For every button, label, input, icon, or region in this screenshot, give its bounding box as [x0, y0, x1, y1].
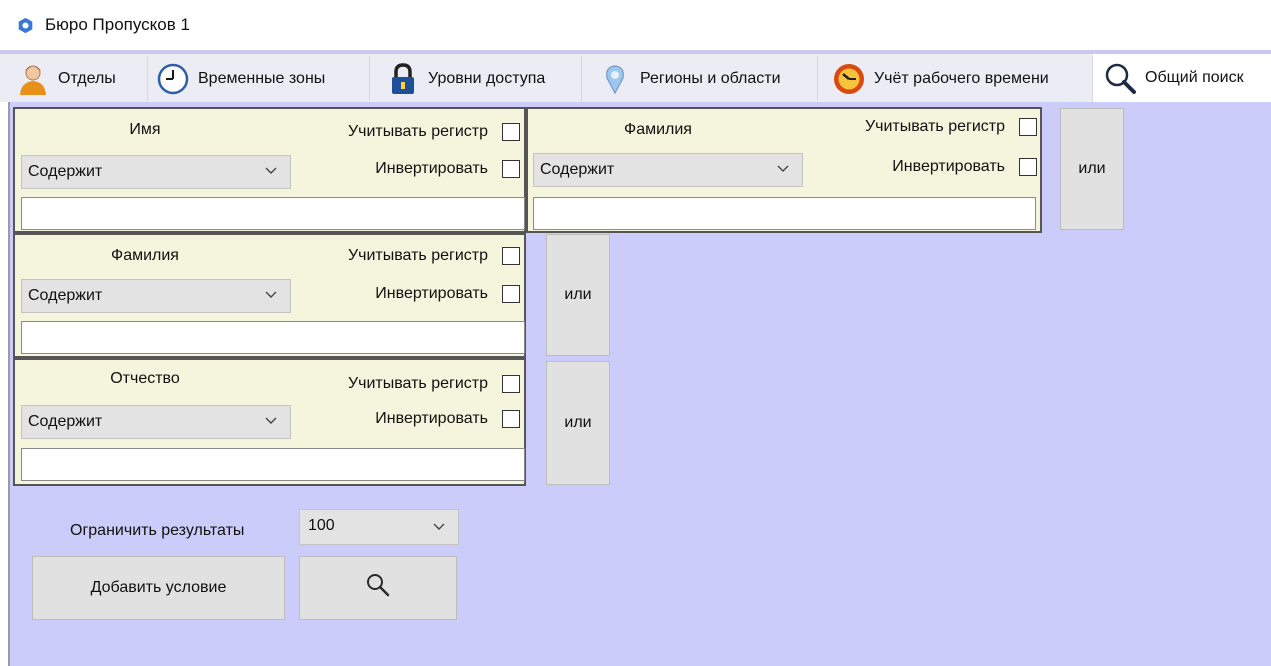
tab-label: Регионы и области	[640, 70, 781, 87]
invert-checkbox[interactable]	[502, 160, 520, 178]
case-sensitive-checkbox[interactable]	[502, 247, 520, 265]
case-sensitive-label: Учитывать регистр	[347, 375, 488, 392]
tab-label: Уровни доступа	[428, 70, 546, 87]
add-condition-button[interactable]: Добавить условие	[32, 556, 285, 620]
window-title: Бюро Пропусков 1	[45, 15, 190, 34]
or-button[interactable]: или	[546, 361, 610, 485]
case-sensitive-label: Учитывать регистр	[864, 118, 1005, 135]
tab-bar: Отделы Временные зоны Уровни доступа Рег…	[0, 50, 1271, 102]
tab-time-tracking[interactable]: Учёт рабочего времени	[818, 56, 1093, 102]
chevron-down-icon	[777, 165, 789, 172]
condition-block-name: Имя Учитывать регистр Инвертировать Соде…	[13, 107, 526, 233]
time-tracking-icon	[834, 64, 864, 94]
tab-label: Общий поиск	[1145, 69, 1244, 86]
tab-time-zones[interactable]: Временные зоны	[148, 56, 370, 102]
search-panel: Имя Учитывать регистр Инвертировать Соде…	[8, 102, 1271, 666]
padlock-icon	[392, 63, 414, 94]
case-sensitive-checkbox[interactable]	[1019, 118, 1037, 136]
case-sensitive-label: Учитывать регистр	[347, 123, 488, 140]
invert-label: Инвертировать	[375, 160, 488, 177]
condition-block-surname: Фамилия Учитывать регистр Инвертировать …	[526, 107, 1042, 233]
limit-results-value: 100	[308, 517, 335, 534]
condition-value-input[interactable]	[21, 197, 525, 230]
match-mode-value: Содержит	[28, 163, 103, 180]
tab-access-levels[interactable]: Уровни доступа	[370, 56, 582, 102]
case-sensitive-label: Учитывать регистр	[347, 247, 488, 264]
limit-results-select[interactable]: 100	[299, 509, 459, 545]
match-mode-select[interactable]: Содержит	[21, 279, 291, 313]
chevron-down-icon	[265, 167, 277, 174]
invert-checkbox[interactable]	[502, 410, 520, 428]
limit-results-label: Ограничить результаты	[70, 522, 245, 539]
invert-checkbox[interactable]	[502, 285, 520, 303]
invert-label: Инвертировать	[375, 410, 488, 427]
tab-departments[interactable]: Отделы	[0, 56, 148, 102]
condition-value-input[interactable]	[21, 448, 525, 481]
or-button[interactable]: или	[546, 234, 610, 356]
person-icon	[20, 65, 46, 95]
invert-label: Инвертировать	[892, 158, 1005, 175]
or-button[interactable]: или	[1060, 108, 1124, 230]
match-mode-select[interactable]: Содержит	[21, 155, 291, 189]
field-name-label: Фамилия	[111, 247, 179, 264]
search-icon	[367, 574, 390, 597]
field-name-label: Имя	[129, 121, 161, 138]
field-name-label: Фамилия	[624, 121, 692, 138]
search-button[interactable]	[299, 556, 457, 620]
chevron-down-icon	[433, 523, 445, 530]
chevron-down-icon	[265, 417, 277, 424]
title-bar: Бюро Пропусков 1	[0, 0, 1271, 50]
invert-checkbox[interactable]	[1019, 158, 1037, 176]
condition-value-input[interactable]	[533, 197, 1036, 230]
condition-value-input[interactable]	[21, 321, 525, 354]
app-logo-icon	[18, 17, 33, 34]
tab-label: Временные зоны	[198, 70, 326, 87]
condition-block-surname: Фамилия Учитывать регистр Инвертировать …	[13, 233, 526, 358]
case-sensitive-checkbox[interactable]	[502, 123, 520, 141]
match-mode-select[interactable]: Содержит	[21, 405, 291, 439]
match-mode-value: Содержит	[28, 413, 103, 430]
tab-label: Учёт рабочего времени	[874, 70, 1049, 87]
match-mode-value: Содержит	[540, 161, 615, 178]
magnifier-icon	[1105, 63, 1136, 94]
invert-label: Инвертировать	[375, 285, 488, 302]
match-mode-select[interactable]: Содержит	[533, 153, 803, 187]
map-pin-icon	[606, 65, 624, 95]
match-mode-value: Содержит	[28, 287, 103, 304]
tab-general-search[interactable]: Общий поиск	[1093, 54, 1271, 102]
field-name-label: Отчество	[110, 370, 180, 387]
chevron-down-icon	[265, 291, 277, 298]
tab-regions[interactable]: Регионы и области	[582, 56, 818, 102]
clock-icon	[157, 63, 189, 95]
case-sensitive-checkbox[interactable]	[502, 375, 520, 393]
condition-block-patronymic: Отчество Учитывать регистр Инвертировать…	[13, 358, 526, 486]
tab-label: Отделы	[58, 70, 116, 87]
